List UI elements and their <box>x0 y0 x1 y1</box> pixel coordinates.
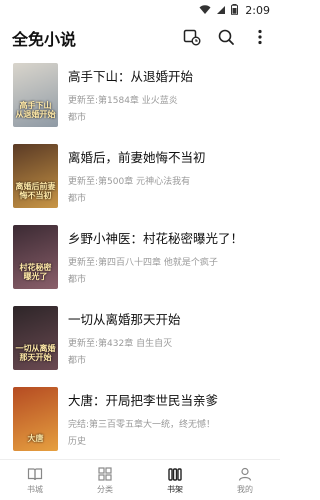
book-category: 都市 <box>68 113 87 123</box>
search-icon <box>218 29 234 45</box>
book-open-icon <box>27 467 43 480</box>
book-title: 乡野小神医：村花秘密曝光了！ <box>68 231 244 246</box>
book-category: 历史 <box>68 437 87 447</box>
book-history-icon <box>183 29 201 46</box>
battery-icon <box>231 4 238 15</box>
history-button[interactable] <box>182 27 202 47</box>
book-item[interactable]: 一切从离婚 那天开始 一切从离婚那天开始 更新至:第432章 自生自灭 都市 <box>0 303 280 383</box>
book-category: 都市 <box>68 275 87 285</box>
status-time: 2:09 <box>245 4 270 17</box>
user-icon <box>238 467 252 481</box>
bookshelf-icon <box>168 467 182 481</box>
nav-label: 书架 <box>167 484 183 494</box>
book-item[interactable]: 高手下山 从退婚开始 高手下山：从退婚开始 更新至:第1584章 业火蓝炎 都市 <box>0 60 280 140</box>
app-bar: 全免小说 <box>0 20 280 56</box>
grid-icon <box>98 466 112 481</box>
book-cover-text: 大唐 <box>27 434 44 443</box>
book-cover-text: 一切从离婚 那天开始 <box>15 344 56 362</box>
search-button[interactable] <box>216 27 236 47</box>
nav-label: 分类 <box>97 484 113 494</box>
book-cover-text: 离婚后前妻 悔不当初 <box>15 182 56 200</box>
book-list: 高手下山 从退婚开始 高手下山：从退婚开始 更新至:第1584章 业火蓝炎 都市… <box>0 60 280 465</box>
nav-label: 书城 <box>27 484 43 494</box>
book-cover: 高手下山 从退婚开始 <box>13 63 58 127</box>
book-item[interactable]: 村花秘密 曝光了 乡野小神医：村花秘密曝光了！ 更新至:第四百八十四章 他就是个… <box>0 222 280 302</box>
more-vertical-icon <box>258 29 262 45</box>
nav-bookshelf[interactable]: 书架 <box>150 466 200 495</box>
bottom-nav: 书城 分类 书架 我的 <box>0 459 280 500</box>
nav-bookstore[interactable]: 书城 <box>10 466 60 495</box>
book-item[interactable]: 大唐 大唐：开局把李世民当亲爹 完结:第三百零五章大一统，终无憾！ 历史 <box>0 384 280 464</box>
signal-icon <box>217 5 225 14</box>
nav-mine[interactable]: 我的 <box>220 466 270 495</box>
status-bar: 2:09 <box>0 0 280 20</box>
book-update: 更新至:第500章 元神心法我有 <box>68 177 191 187</box>
book-update: 更新至:第四百八十四章 他就是个疯子 <box>68 258 218 268</box>
book-category: 都市 <box>68 356 87 366</box>
book-item[interactable]: 离婚后前妻 悔不当初 离婚后，前妻她悔不当初 更新至:第500章 元神心法我有 … <box>0 141 280 221</box>
status-icons <box>199 4 238 15</box>
more-button[interactable] <box>250 27 270 47</box>
nav-category[interactable]: 分类 <box>80 466 130 495</box>
book-cover: 大唐 <box>13 387 58 451</box>
book-cover: 离婚后前妻 悔不当初 <box>13 144 58 208</box>
app-title: 全免小说 <box>12 30 77 49</box>
book-title: 高手下山：从退婚开始 <box>68 69 194 84</box>
book-title: 一切从离婚那天开始 <box>68 312 181 327</box>
book-cover-text: 高手下山 从退婚开始 <box>15 101 56 119</box>
book-update: 更新至:第432章 自生自灭 <box>68 339 173 349</box>
wifi-icon <box>199 4 211 14</box>
book-cover: 一切从离婚 那天开始 <box>13 306 58 370</box>
book-title: 离婚后，前妻她悔不当初 <box>68 150 206 165</box>
book-title: 大唐：开局把李世民当亲爹 <box>68 393 219 408</box>
book-cover: 村花秘密 曝光了 <box>13 225 58 289</box>
book-update: 更新至:第1584章 业火蓝炎 <box>68 96 178 106</box>
book-update: 完结:第三百零五章大一统，终无憾！ <box>68 420 216 430</box>
book-cover-text: 村花秘密 曝光了 <box>19 263 52 281</box>
app-bar-actions <box>182 27 270 47</box>
nav-label: 我的 <box>237 484 253 494</box>
book-category: 都市 <box>68 194 87 204</box>
